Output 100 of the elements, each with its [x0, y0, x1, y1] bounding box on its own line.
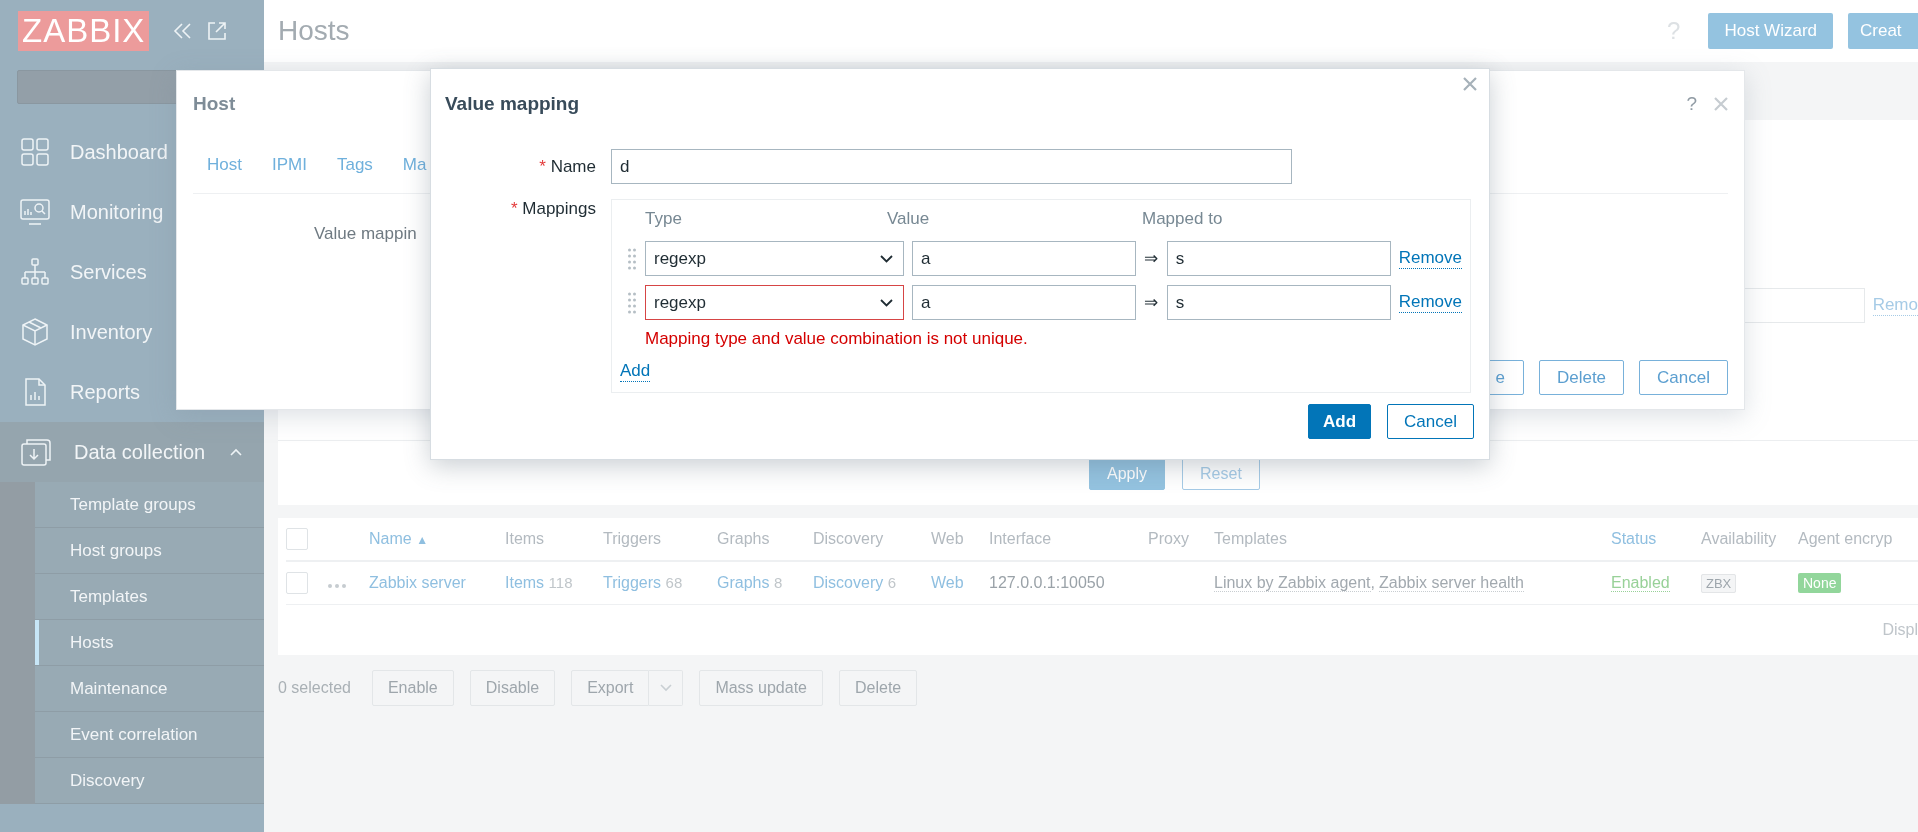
expand-icon[interactable] [207, 21, 228, 41]
tab[interactable]: Tags [322, 150, 385, 180]
logo[interactable]: ZABBIX [18, 11, 150, 51]
sortable-column-header[interactable]: Status [1611, 530, 1657, 547]
column-header: Availability [1701, 530, 1777, 547]
chevron-up-icon [230, 448, 242, 456]
sortable-column-header[interactable]: Name [369, 530, 412, 547]
chevron-down-icon [879, 254, 893, 263]
action-button[interactable]: Mass update [699, 670, 823, 706]
menu-item[interactable]: Inventory [0, 302, 264, 362]
dashboard-icon [20, 137, 50, 167]
items-link[interactable]: Items [505, 574, 545, 591]
field-label: * Mappings [510, 199, 596, 220]
add-button[interactable]: Add [1308, 404, 1372, 439]
column-header: Discovery [813, 530, 884, 547]
column-header: Mapped to [1142, 209, 1223, 228]
separator: , [1370, 574, 1375, 591]
column-header: Graphs [717, 530, 770, 547]
availability-badge: ZBX [1701, 574, 1737, 593]
tab[interactable]: Host [193, 150, 254, 180]
arrow-symbol: ⇒ [1144, 249, 1159, 268]
count: 118 [548, 574, 573, 591]
collapse-icon[interactable] [173, 21, 194, 41]
host-link[interactable]: Zabbix server [369, 574, 466, 591]
remove-link[interactable]: Remo [1872, 295, 1918, 316]
mapped-to-field[interactable]: s [1166, 241, 1391, 276]
column-header: Web [931, 530, 964, 547]
menu-item[interactable]: Services [0, 242, 264, 302]
help-link[interactable]: ? [1686, 93, 1697, 115]
action-button[interactable]: Enable [371, 670, 454, 706]
submenu-item[interactable]: Host groups [35, 528, 264, 574]
download-icon [20, 437, 54, 467]
add-link[interactable]: Add [620, 361, 651, 382]
menu-item[interactable]: Reports [0, 362, 264, 422]
tab[interactable]: IPMI [257, 150, 319, 180]
dialog-title: Value mapping [445, 93, 580, 115]
triggers-link[interactable]: Triggers [603, 574, 662, 591]
close-icon[interactable] [1463, 77, 1477, 91]
value-field[interactable]: a [911, 285, 1136, 320]
error-message: Mapping type and value combination is not unique. [645, 329, 1029, 349]
page-title: Hosts [278, 15, 350, 47]
dropdown-button[interactable] [649, 670, 684, 706]
count: 6 [887, 574, 897, 591]
sort-icon: ▲ [416, 533, 429, 547]
submenu-item[interactable]: Hosts [35, 620, 264, 666]
menu-item[interactable]: Monitoring [0, 182, 264, 242]
delete-button[interactable]: Delete [1538, 360, 1625, 395]
drag-handle-icon[interactable] [628, 247, 637, 270]
column-header: Value [887, 209, 930, 228]
dialog-title: Host [193, 93, 236, 115]
column-header: Type [645, 209, 682, 228]
drag-handle-icon[interactable] [628, 291, 637, 314]
column-header: Interface [989, 530, 1052, 547]
discovery-link[interactable]: Discovery [813, 574, 884, 591]
remove-link[interactable]: Remove [1398, 248, 1462, 269]
create-button[interactable]: Creat [1848, 13, 1918, 49]
count: 8 [773, 574, 783, 591]
cancel-button[interactable]: Cancel [1387, 404, 1474, 439]
action-button[interactable]: Delete [839, 670, 918, 706]
box-icon [20, 317, 50, 347]
menu-item[interactable]: Data collection [0, 422, 264, 482]
field-label: * Name [539, 156, 596, 178]
submenu-item[interactable]: Template groups [35, 482, 264, 528]
name-field[interactable]: d [611, 149, 1292, 184]
close-icon[interactable] [1714, 97, 1728, 111]
type-dropdown[interactable]: regexp [645, 285, 904, 320]
submenu-item[interactable]: Templates [35, 574, 264, 620]
paging-info: Displ [1882, 621, 1918, 639]
encryption-badge: None [1798, 573, 1842, 593]
checkbox[interactable] [286, 572, 308, 594]
column-header: Items [505, 530, 545, 547]
column-header: Templates [1214, 530, 1287, 547]
status-link[interactable]: Enabled [1611, 574, 1670, 592]
type-dropdown[interactable]: regexp [645, 241, 904, 276]
field-label: Value mappin [314, 224, 418, 244]
template-link[interactable]: Linux by Zabbix agent [1214, 574, 1371, 592]
graphs-link[interactable]: Graphs [717, 574, 770, 591]
remove-link[interactable]: Remove [1398, 292, 1462, 313]
submenu-item[interactable]: Maintenance [35, 666, 264, 712]
column-header: Triggers [603, 530, 662, 547]
selection-count: 0 selected [278, 679, 351, 697]
column-header: Agent encryp [1798, 530, 1893, 547]
submenu-item[interactable]: Discovery [35, 758, 264, 804]
checkbox[interactable] [286, 528, 308, 550]
chevron-down-icon [659, 684, 672, 692]
help-link[interactable]: ? [1667, 17, 1681, 45]
export-button[interactable]: Export [571, 670, 650, 706]
value-field[interactable]: a [911, 241, 1136, 276]
wizard-button[interactable]: Host Wizard [1708, 13, 1833, 49]
template-link[interactable]: Zabbix server health [1379, 574, 1524, 592]
arrow-symbol: ⇒ [1144, 293, 1159, 312]
table-cell: 127.0.0.1:10050 [989, 574, 1105, 591]
cancel-button[interactable]: Cancel [1639, 360, 1728, 395]
web-link[interactable]: Web [931, 574, 964, 591]
mapped-to-field[interactable]: s [1166, 285, 1391, 320]
submenu-item[interactable]: Event correlation [35, 712, 264, 758]
count: 68 [665, 574, 683, 591]
column-header: Proxy [1148, 530, 1189, 547]
action-button[interactable]: Disable [469, 670, 556, 706]
more-icon[interactable] [328, 584, 346, 588]
